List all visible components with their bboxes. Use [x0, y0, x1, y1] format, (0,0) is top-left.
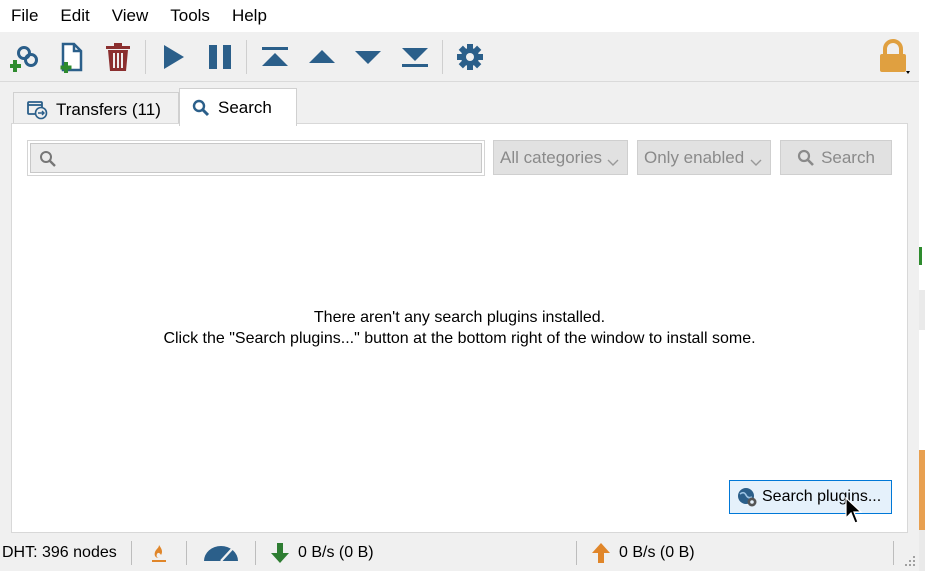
add-torrent-link-icon[interactable]	[7, 38, 45, 76]
main-window: File Edit View Tools Help Transfers (11)…	[0, 0, 919, 571]
dht-status: DHT: 396 nodes	[2, 544, 117, 561]
search-button-label: Search	[821, 147, 875, 167]
no-plugins-instruction: Click the "Search plugins..." button at …	[163, 330, 756, 347]
pause-icon[interactable]	[201, 38, 239, 76]
move-bottom-icon[interactable]	[396, 38, 434, 76]
no-plugins-message: There aren't any search plugins installe…	[313, 309, 606, 326]
menu-bar: File Edit View Tools Help	[0, 0, 919, 32]
search-panel: All categories Only enabled Search There…	[11, 123, 908, 533]
toolbar-separator	[246, 40, 247, 74]
delete-icon[interactable]	[99, 38, 137, 76]
status-separator	[893, 541, 894, 565]
category-select-value: All categories	[500, 147, 603, 167]
category-select[interactable]: All categories	[493, 140, 628, 175]
status-bar: DHT: 396 nodes 0 B/s (0 B) 0 B/s (0 B)	[0, 535, 919, 571]
toolbar	[0, 32, 919, 82]
plugin-filter-value: Only enabled	[644, 147, 745, 167]
connection-status-icon[interactable]	[150, 535, 168, 571]
speed-limit-icon[interactable]	[202, 535, 240, 571]
search-icon	[797, 149, 815, 167]
upload-arrow-icon	[591, 542, 611, 564]
download-speed[interactable]: 0 B/s (0 B)	[270, 535, 374, 571]
status-separator	[255, 541, 256, 565]
toolbar-separator	[442, 40, 443, 74]
search-field[interactable]	[27, 140, 485, 176]
move-top-icon[interactable]	[256, 38, 294, 76]
search-icon	[39, 150, 57, 173]
status-separator	[131, 541, 132, 565]
menu-tools[interactable]: Tools	[159, 0, 221, 32]
resize-grip-icon[interactable]	[903, 535, 917, 571]
plugin-globe-icon	[736, 486, 758, 508]
move-down-icon[interactable]	[349, 38, 387, 76]
chevron-down-icon	[607, 152, 619, 172]
tab-search-label: Search	[218, 97, 272, 117]
search-input[interactable]	[61, 144, 481, 172]
background-window-edge	[919, 0, 925, 571]
menu-edit[interactable]: Edit	[49, 0, 100, 32]
upload-speed-value: 0 B/s (0 B)	[619, 544, 695, 561]
menu-view[interactable]: View	[101, 0, 160, 32]
tab-bar: Transfers (11) Search	[0, 82, 919, 126]
download-speed-value: 0 B/s (0 B)	[298, 544, 374, 561]
move-up-icon[interactable]	[303, 38, 341, 76]
search-icon	[192, 99, 210, 117]
plugin-filter-select[interactable]: Only enabled	[637, 140, 771, 175]
toolbar-separator	[145, 40, 146, 74]
search-plugins-button[interactable]: Search plugins...	[729, 480, 892, 514]
menu-help[interactable]: Help	[221, 0, 278, 32]
lock-icon[interactable]	[872, 38, 914, 76]
status-separator	[576, 541, 577, 565]
tab-transfers[interactable]: Transfers (11)	[13, 92, 179, 126]
options-gear-icon[interactable]	[451, 38, 489, 76]
tab-search[interactable]: Search	[179, 88, 297, 126]
status-separator	[186, 541, 187, 565]
transfers-icon	[26, 100, 48, 120]
mouse-cursor-icon	[845, 496, 863, 530]
search-button[interactable]: Search	[780, 140, 892, 175]
resume-icon[interactable]	[154, 38, 192, 76]
search-plugins-label: Search plugins...	[762, 488, 882, 505]
menu-file[interactable]: File	[0, 0, 49, 32]
add-torrent-file-icon[interactable]	[52, 38, 90, 76]
tab-transfers-label: Transfers (11)	[56, 99, 161, 119]
chevron-down-icon	[750, 152, 762, 172]
upload-speed[interactable]: 0 B/s (0 B)	[591, 535, 695, 571]
download-arrow-icon	[270, 542, 290, 564]
